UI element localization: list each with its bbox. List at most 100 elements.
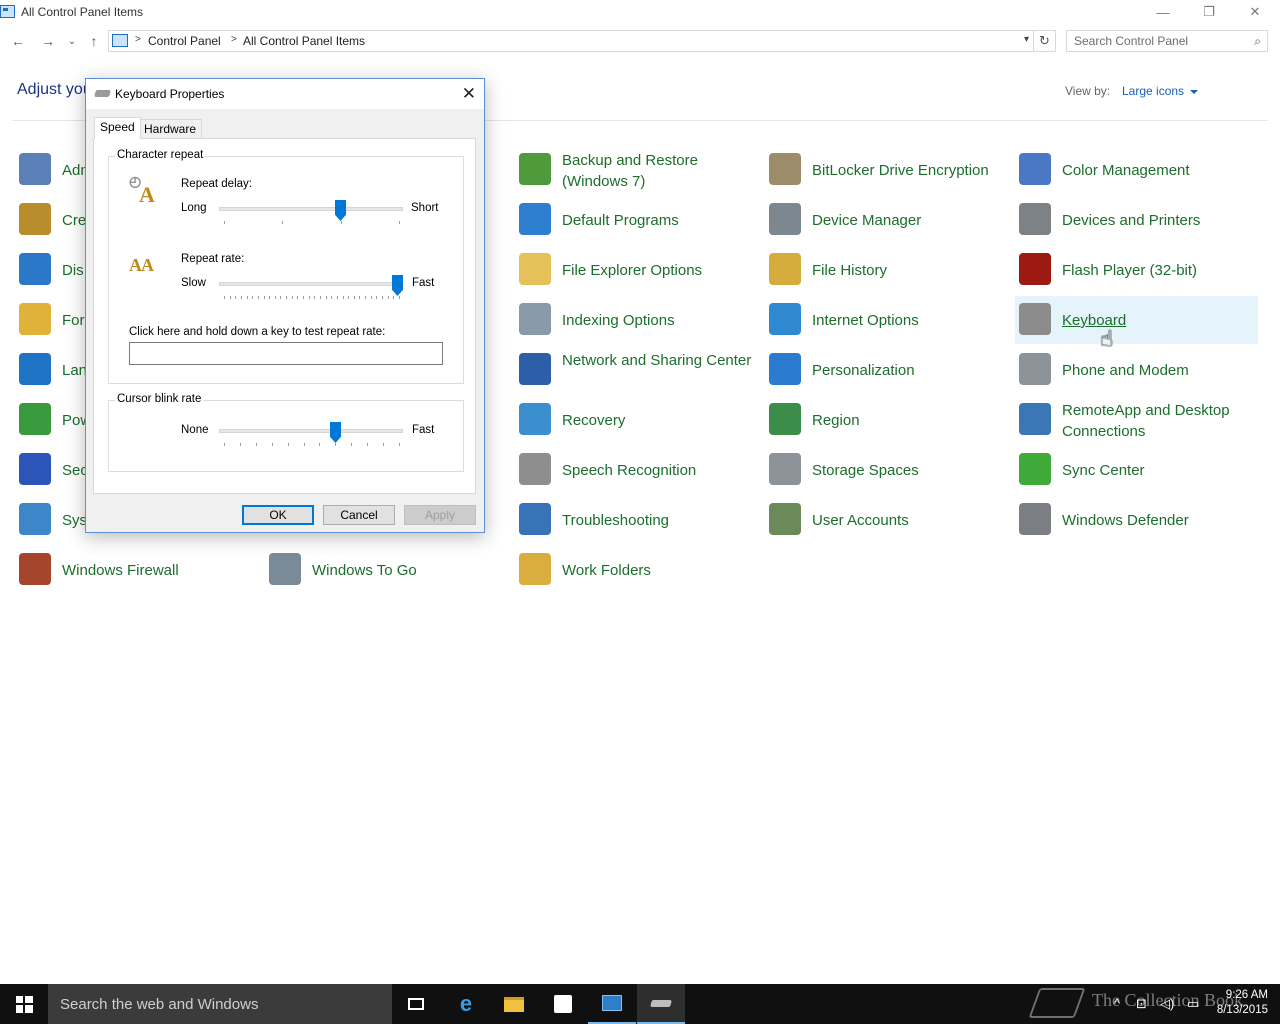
- chevron-down-icon[interactable]: ▾: [1024, 34, 1029, 45]
- repeat-delay-min-label: Long: [181, 202, 207, 214]
- volume-icon[interactable]: ◁): [1160, 996, 1174, 1012]
- item-label: File Explorer Options: [562, 262, 703, 279]
- item-storage-spaces[interactable]: Storage Spaces: [765, 446, 1005, 494]
- item-remoteapp-and-desktop-connections[interactable]: RemoteApp and Desktop Connections: [1015, 396, 1258, 444]
- breadcrumb-all-items[interactable]: All Control Panel Items: [243, 34, 365, 48]
- item-windows-to-go[interactable]: Windows To Go: [265, 546, 505, 594]
- item-label: Internet Options: [812, 312, 919, 329]
- item-windows-firewall[interactable]: Windows Firewall: [15, 546, 255, 594]
- slider-tick: [343, 296, 344, 299]
- cursor-blink-ticks: [224, 443, 400, 447]
- start-button[interactable]: [0, 984, 48, 1024]
- slider-tick: [399, 296, 400, 299]
- breadcrumb-control-panel[interactable]: Control Panel: [148, 34, 221, 48]
- back-button[interactable]: ←: [8, 31, 28, 51]
- window-title: All Control Panel Items: [21, 5, 144, 19]
- slider-tick: [240, 443, 241, 446]
- item-network-and-sharing-center[interactable]: Network and Sharing Center: [515, 346, 755, 394]
- item-speech-recognition[interactable]: Speech Recognition: [515, 446, 755, 494]
- breadcrumb-separator[interactable]: >: [135, 34, 141, 45]
- slider-tick: [256, 443, 257, 446]
- item-troubleshooting[interactable]: Troubleshooting: [515, 496, 755, 544]
- taskbar-keyboard-properties[interactable]: [637, 984, 685, 1024]
- tab-speed[interactable]: Speed: [94, 117, 141, 139]
- item-backup-and-restore-windows-7[interactable]: Backup and Restore (Windows 7): [515, 146, 755, 194]
- item-keyboard[interactable]: Keyboard: [1015, 296, 1258, 344]
- dialog-close-button[interactable]: ✕: [462, 84, 476, 104]
- address-bar[interactable]: > Control Panel > All Control Panel Item…: [108, 30, 1034, 52]
- item-label: Network and Sharing Center: [562, 352, 752, 369]
- network-icon[interactable]: ⊡: [1136, 996, 1147, 1012]
- search-input[interactable]: [1067, 31, 1247, 51]
- taskbar-edge[interactable]: e: [442, 984, 490, 1024]
- item-bitlocker-drive-encryption[interactable]: BitLocker Drive Encryption: [765, 146, 1005, 194]
- item-device-manager[interactable]: Device Manager: [765, 196, 1005, 244]
- item-work-folders[interactable]: Work Folders: [515, 546, 755, 594]
- slider-tick: [286, 296, 287, 299]
- task-view-button[interactable]: [392, 984, 440, 1024]
- forward-button[interactable]: →: [38, 31, 58, 51]
- item-indexing-options[interactable]: Indexing Options: [515, 296, 755, 344]
- recent-locations-button[interactable]: ⌄: [62, 31, 82, 51]
- item-windows-defender[interactable]: Windows Defender: [1015, 496, 1258, 544]
- item-label: File History: [812, 262, 888, 279]
- personalization-icon: [769, 353, 801, 385]
- minimize-button[interactable]: —: [1140, 0, 1186, 24]
- test-repeat-input[interactable]: [129, 342, 443, 365]
- item-recovery[interactable]: Recovery: [515, 396, 755, 444]
- item-internet-options[interactable]: Internet Options: [765, 296, 1005, 344]
- item-personalization[interactable]: Personalization: [765, 346, 1005, 394]
- cursor-blink-slider[interactable]: [330, 422, 341, 443]
- item-color-management[interactable]: Color Management: [1015, 146, 1258, 194]
- item-label: Storage Spaces: [812, 462, 919, 479]
- cancel-button[interactable]: Cancel: [323, 505, 395, 525]
- clock[interactable]: 9:26 AM 8/13/2015: [1217, 988, 1268, 1018]
- up-button[interactable]: ↑: [84, 31, 104, 51]
- item-sync-center[interactable]: Sync Center: [1015, 446, 1258, 494]
- repeat-delay-track[interactable]: [219, 207, 403, 211]
- taskbar-search[interactable]: Search the web and Windows: [48, 984, 392, 1024]
- item-label: Cre: [62, 212, 87, 229]
- slider-tick: [292, 296, 293, 299]
- item-region[interactable]: Region: [765, 396, 1005, 444]
- item-flash-player-32-bit[interactable]: Flash Player (32-bit): [1015, 246, 1258, 294]
- item-file-explorer-options[interactable]: File Explorer Options: [515, 246, 755, 294]
- slider-tick: [230, 296, 231, 299]
- item-devices-and-printers[interactable]: Devices and Printers: [1015, 196, 1258, 244]
- repeat-delay-label: Repeat delay:: [181, 178, 252, 190]
- view-by-dropdown[interactable]: Large icons: [1122, 84, 1198, 98]
- slider-tick: [224, 221, 225, 224]
- search-box[interactable]: ⌕: [1066, 30, 1268, 52]
- item-file-history[interactable]: File History: [765, 246, 1005, 294]
- slider-tick: [348, 296, 349, 299]
- slider-tick: [264, 296, 265, 299]
- taskbar-store[interactable]: [539, 984, 587, 1024]
- item-label: Work Folders: [562, 562, 651, 579]
- item-phone-and-modem[interactable]: Phone and Modem: [1015, 346, 1258, 394]
- cursor-blink-track[interactable]: [219, 429, 403, 433]
- tab-hardware[interactable]: Hardware: [138, 119, 203, 139]
- taskbar-control-panel[interactable]: [588, 984, 636, 1024]
- item-user-accounts[interactable]: User Accounts: [765, 496, 1005, 544]
- apply-button[interactable]: Apply: [404, 505, 476, 525]
- user-accounts-icon: [769, 503, 801, 535]
- slider-tick: [280, 296, 281, 299]
- keyboard-properties-dialog: Keyboard Properties ✕ Speed Hardware Cha…: [85, 78, 485, 533]
- dialog-title-bar[interactable]: Keyboard Properties ✕: [86, 79, 484, 109]
- slider-tick: [235, 296, 236, 299]
- item-default-programs[interactable]: Default Programs: [515, 196, 755, 244]
- slider-tick: [367, 443, 368, 446]
- repeat-rate-track[interactable]: [219, 282, 403, 286]
- search-icon[interactable]: ⌕: [1254, 34, 1261, 49]
- repeat-delay-slider[interactable]: [335, 200, 346, 221]
- breadcrumb-separator[interactable]: >: [231, 34, 237, 45]
- restore-button[interactable]: ❐: [1186, 0, 1232, 24]
- close-button[interactable]: ✕: [1232, 0, 1278, 24]
- taskbar-file-explorer[interactable]: [490, 984, 538, 1024]
- chevron-up-icon[interactable]: ^: [1114, 996, 1120, 1011]
- repeat-rate-slider[interactable]: [392, 275, 403, 296]
- view-by-label: View by:: [1065, 84, 1111, 98]
- refresh-button[interactable]: ↻: [1034, 30, 1056, 52]
- action-center-icon[interactable]: ▭: [1187, 996, 1199, 1012]
- ok-button[interactable]: OK: [242, 505, 314, 525]
